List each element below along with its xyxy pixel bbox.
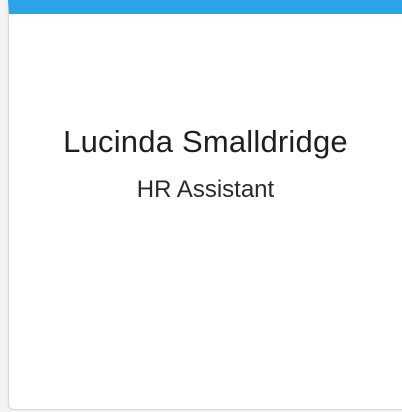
employee-job-title: HR Assistant: [136, 176, 275, 203]
employee-card[interactable]: Lucinda Smalldridge HR Assistant: [8, 0, 402, 410]
employee-name: Lucinda Smalldridge: [63, 124, 348, 159]
employee-card-body: Lucinda Smalldridge HR Assistant: [9, 122, 402, 206]
